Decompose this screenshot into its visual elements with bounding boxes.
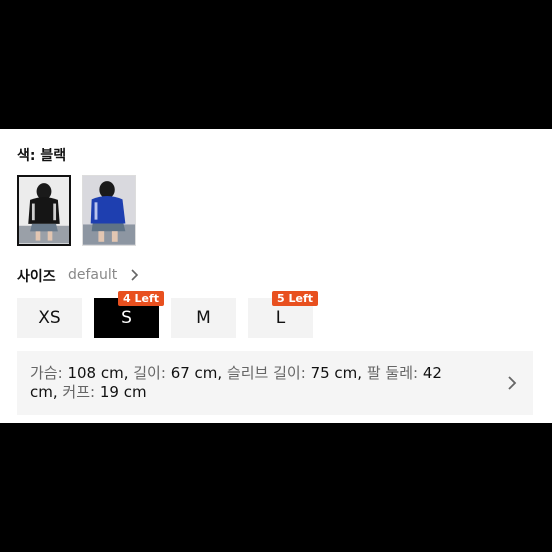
measurements-box[interactable]: 가슴: 108 cm, 길이: 67 cm, 슬리브 길이: 75 cm, 팔 … — [17, 351, 533, 415]
swatch-black-image — [19, 177, 69, 244]
size-option-xs[interactable]: XS — [17, 298, 82, 338]
chevron-right-icon[interactable] — [130, 268, 140, 282]
sleeve-value: 75 cm, — [310, 364, 363, 382]
stock-badge-l: 5 Left — [272, 291, 318, 306]
chevron-right-icon[interactable] — [506, 375, 518, 391]
measurements-text: 가슴: 108 cm, 길이: 67 cm, 슬리브 길이: 75 cm, 팔 … — [30, 364, 470, 402]
chest-label: 가슴: — [30, 364, 63, 382]
length-label: 길이: — [133, 364, 166, 382]
cuff-label: 커프: — [62, 383, 96, 401]
size-chart-link[interactable]: default — [68, 267, 117, 283]
length-value: 67 cm, — [170, 364, 223, 382]
swatch-black[interactable] — [17, 175, 71, 246]
cuff-value: 19 cm — [99, 383, 147, 401]
color-label: 색: 블랙 — [17, 148, 67, 164]
swatch-blue-image — [83, 176, 135, 245]
chest-value: 108 cm, — [67, 364, 129, 382]
size-label: 사이즈 — [17, 269, 56, 285]
arm-label: 팔 둘레: — [366, 364, 419, 382]
product-options-panel: 색: 블랙 사이즈 default XS S M L 4 Left 5 Left… — [0, 129, 552, 423]
stock-badge-s: 4 Left — [118, 291, 164, 306]
sleeve-label: 슬리브 길이: — [226, 364, 306, 382]
size-option-m[interactable]: M — [171, 298, 236, 338]
swatch-blue[interactable] — [82, 175, 136, 246]
